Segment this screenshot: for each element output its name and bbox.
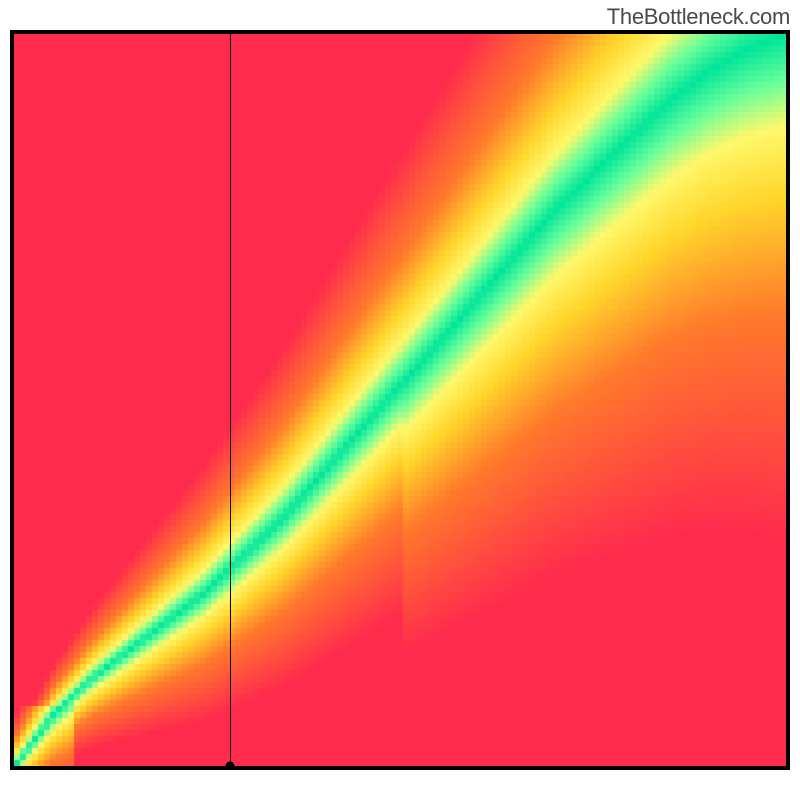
- watermark-text: TheBottleneck.com: [607, 4, 790, 30]
- chart-container: TheBottleneck.com: [0, 0, 800, 800]
- heatmap-canvas: [14, 34, 786, 766]
- plot-area: [14, 34, 786, 766]
- crosshair-dot: [226, 762, 235, 767]
- plot-frame: [10, 30, 790, 770]
- crosshair-vertical: [230, 34, 231, 766]
